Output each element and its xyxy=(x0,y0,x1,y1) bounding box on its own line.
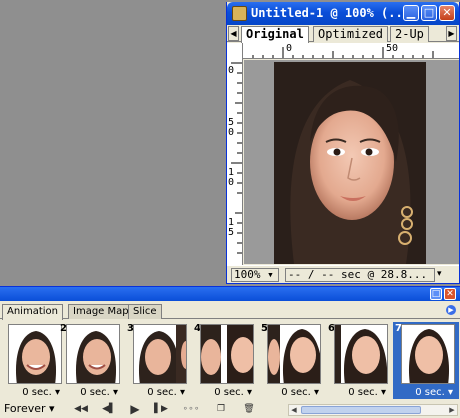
horizontal-ruler: 0 50 xyxy=(243,43,459,59)
photoshop-doc-icon xyxy=(232,6,247,21)
frame-3[interactable]: 3 xyxy=(125,322,191,387)
document-window: Untitled-1 @ 100% (... ▁ □ ✕ ◀ Original … xyxy=(226,2,460,284)
play-icon[interactable]: ▶ xyxy=(128,403,142,415)
download-time-value: -- / -- sec @ 28.8... xyxy=(288,268,428,281)
frame-4[interactable]: 4 xyxy=(192,322,258,387)
document-title: Untitled-1 @ 100% (... xyxy=(251,6,410,20)
tab-optimized[interactable]: Optimized xyxy=(313,26,389,42)
download-time-select[interactable]: -- / -- sec @ 28.8... xyxy=(285,268,435,282)
frame-4-delay[interactable]: 0 sec. ▾ xyxy=(192,387,258,399)
ruler-h-label-50: 50 xyxy=(386,43,399,54)
status-dropdown-icon[interactable]: ▾ xyxy=(437,269,442,279)
frame-2[interactable]: 2 xyxy=(58,322,124,387)
frame-thumb-art xyxy=(268,325,320,383)
tab-scroll-left-icon[interactable]: ◀ xyxy=(228,26,239,41)
frame-5[interactable]: 5 xyxy=(259,322,325,387)
close-icon[interactable]: ✕ xyxy=(439,5,455,21)
frame-5-delay[interactable]: 0 sec. ▾ xyxy=(259,387,325,399)
palette-menu-icon[interactable]: ▶ xyxy=(446,305,456,315)
frame-thumb-art xyxy=(67,325,119,383)
frame-thumbnail xyxy=(200,324,254,384)
frame-delay-label: 0 sec. xyxy=(281,387,311,398)
frame-delay-label: 0 sec. xyxy=(348,387,378,398)
animation-palette: □ ✕ Animation Image Map Slice ▶ 0 sec. ▾… xyxy=(0,286,460,418)
next-frame-icon[interactable]: ▌▶ xyxy=(150,403,172,415)
document-titlebar[interactable]: Untitled-1 @ 100% (... ▁ □ ✕ xyxy=(227,2,459,25)
canvas-area[interactable] xyxy=(244,60,459,264)
frame-thumbnail xyxy=(8,324,62,384)
tab-scroll-right-icon[interactable]: ▶ xyxy=(446,26,457,41)
tab-image-map[interactable]: Image Map xyxy=(68,304,134,319)
scroll-left-icon[interactable]: ◀ xyxy=(289,405,299,415)
ruler-v-label-0b: 0 xyxy=(228,127,235,138)
palette-close-icon[interactable]: ✕ xyxy=(444,288,456,300)
loop-value: Forever xyxy=(4,402,46,415)
frame-6-delay[interactable]: 0 sec. ▾ xyxy=(326,387,392,399)
zoom-value: 100% xyxy=(234,268,261,281)
tab-2up[interactable]: 2-Up xyxy=(390,26,429,42)
zoom-select[interactable]: 100% ▾ xyxy=(231,268,279,282)
frame-thumbnail xyxy=(334,324,388,384)
status-bar: 100% ▾ -- / -- sec @ 28.8... ▾ xyxy=(227,265,459,283)
first-frame-icon[interactable]: ◀◀ xyxy=(70,403,92,415)
frame-thumb-art xyxy=(134,325,186,383)
ruler-h-label-0: 0 xyxy=(286,43,293,54)
frame-thumb-art xyxy=(9,325,61,383)
frames-scrollbar[interactable]: ◀ ▶ xyxy=(288,404,458,416)
tab-slice[interactable]: Slice xyxy=(128,304,162,319)
portrait-photo xyxy=(274,62,426,264)
scrollbar-thumb[interactable] xyxy=(301,406,421,414)
frame-3-delay[interactable]: 0 sec. ▾ xyxy=(125,387,191,399)
frame-delay-label: 0 sec. xyxy=(80,387,110,398)
palette-minimize-icon[interactable]: □ xyxy=(430,288,442,300)
minimize-icon[interactable]: ▁ xyxy=(403,5,419,21)
frame-1[interactable] xyxy=(0,322,66,387)
tween-icon[interactable]: ∘∘∘ xyxy=(180,403,202,415)
tab-original[interactable]: Original xyxy=(241,26,309,43)
frame-7-delay[interactable]: 0 sec. ▾ xyxy=(393,387,459,399)
frame-thumb-art xyxy=(335,325,387,383)
ruler-v-label-5b: 5 xyxy=(228,227,235,238)
horizontal-ruler-ticks xyxy=(252,47,434,58)
loop-select[interactable]: Forever ▾ xyxy=(2,402,64,416)
frame-delay-label: 0 sec. xyxy=(147,387,177,398)
frame-thumbnail xyxy=(133,324,187,384)
prev-frame-icon[interactable]: ◀▌ xyxy=(98,403,120,415)
ruler-v-label-0c: 0 xyxy=(228,177,235,188)
frame-delay-label: 0 sec. xyxy=(415,387,445,398)
frame-1-delay[interactable]: 0 sec. ▾ xyxy=(0,387,66,399)
frame-7[interactable]: 7 xyxy=(393,322,459,387)
trash-icon[interactable]: 🗑 xyxy=(242,403,256,415)
ruler-v-label-0: 0 xyxy=(228,65,235,76)
frame-thumbnail xyxy=(267,324,321,384)
vertical-ruler: 0 5 0 1 0 1 5 xyxy=(227,43,243,265)
tab-animation[interactable]: Animation xyxy=(2,304,63,320)
palette-tabs: Animation Image Map Slice xyxy=(0,302,460,320)
view-tabs: ◀ Original Optimized 2-Up ▶ xyxy=(227,25,459,43)
palette-titlebar[interactable]: □ ✕ xyxy=(0,287,460,301)
frame-delay-label: 0 sec. xyxy=(214,387,244,398)
frame-thumbnail xyxy=(401,324,455,384)
new-frame-icon[interactable]: ❐ xyxy=(214,403,228,415)
frame-thumbnail xyxy=(66,324,120,384)
maximize-icon[interactable]: □ xyxy=(421,5,437,21)
scroll-right-icon[interactable]: ▶ xyxy=(447,405,457,415)
frame-delay-label: 0 sec. xyxy=(22,387,52,398)
frame-thumb-art xyxy=(201,325,253,383)
portrait-illustration xyxy=(274,62,426,264)
frame-2-delay[interactable]: 0 sec. ▾ xyxy=(58,387,124,399)
animation-controls: Forever ▾ ◀◀ ◀▌ ▶ ▌▶ ∘∘∘ ❐ 🗑 ◀ ▶ xyxy=(0,400,460,418)
frame-6[interactable]: 6 xyxy=(326,322,392,387)
frame-thumb-art xyxy=(402,325,454,383)
